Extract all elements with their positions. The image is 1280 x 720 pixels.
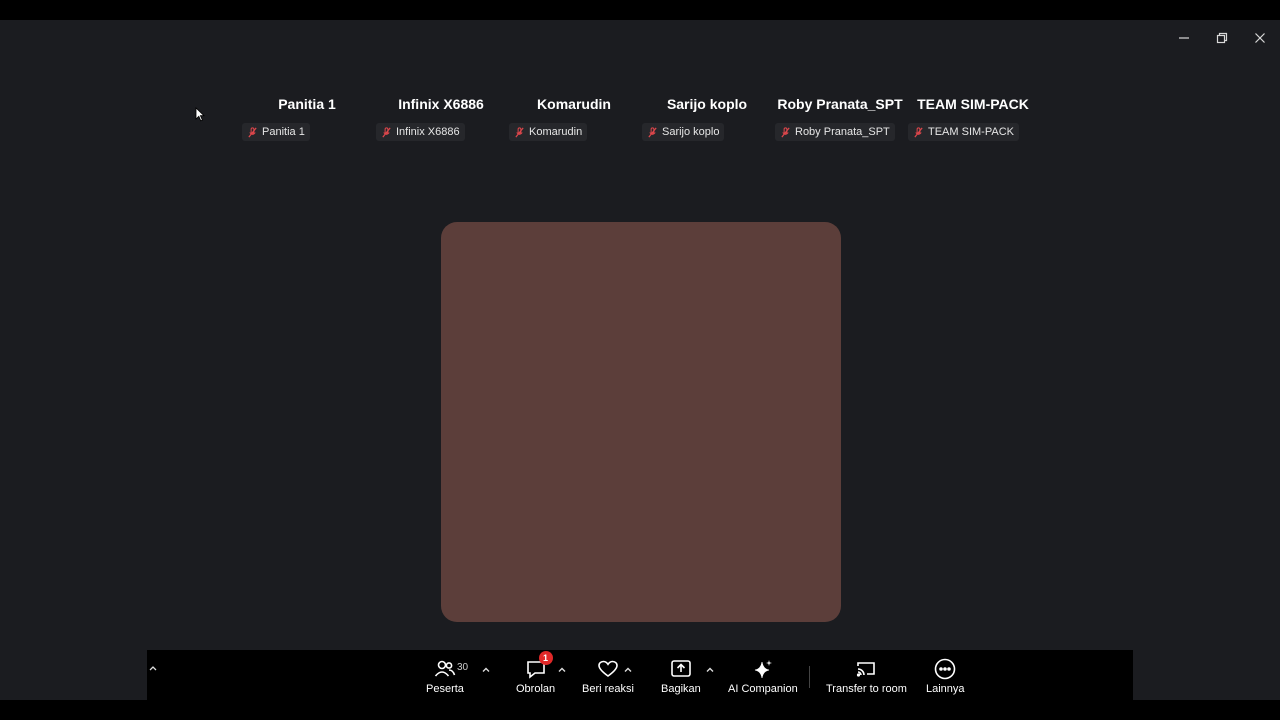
ai-companion-label: AI Companion bbox=[728, 683, 798, 695]
bottom-bar bbox=[0, 700, 1280, 720]
minimize-button[interactable] bbox=[1174, 28, 1194, 48]
toolbar-divider bbox=[809, 666, 810, 688]
participant-name: Sarijo koplo bbox=[666, 96, 748, 112]
participant-name: TEAM SIM-PACK bbox=[917, 96, 1029, 112]
participant-tag: Panitia 1 bbox=[242, 123, 310, 141]
participant-tag: Sarijo koplo bbox=[642, 123, 725, 141]
mic-muted-icon bbox=[515, 126, 524, 137]
mic-muted-icon bbox=[781, 126, 790, 137]
participants-options-caret[interactable] bbox=[481, 662, 491, 672]
share-screen-icon bbox=[671, 660, 691, 677]
mouse-cursor-icon bbox=[195, 107, 205, 122]
participant-name: Roby Pranata_SPT bbox=[777, 96, 903, 112]
more-icon bbox=[934, 658, 956, 680]
chat-options-caret[interactable] bbox=[557, 662, 567, 672]
share-screen-button[interactable]: Bagikan bbox=[661, 658, 701, 695]
participant-tag-label: Infinix X6886 bbox=[396, 126, 460, 138]
toolbar-expand-button[interactable] bbox=[148, 663, 158, 675]
chevron-up-icon bbox=[482, 667, 490, 672]
top-bar bbox=[0, 0, 1280, 20]
participant-tag-label: Panitia 1 bbox=[262, 126, 305, 138]
transfer-to-room-label: Transfer to room bbox=[826, 683, 907, 695]
participants-icon bbox=[434, 660, 456, 677]
restore-icon bbox=[1216, 32, 1228, 44]
participants-count: 30 bbox=[457, 662, 469, 673]
chat-unread-badge: 1 bbox=[538, 651, 553, 665]
participants-label: Peserta bbox=[426, 683, 464, 695]
share-label: Bagikan bbox=[661, 683, 701, 695]
chat-label: Obrolan bbox=[516, 683, 556, 695]
close-icon bbox=[1255, 33, 1265, 43]
participant-tag-label: Roby Pranata_SPT bbox=[795, 126, 890, 138]
participant-tag: Roby Pranata_SPT bbox=[775, 123, 895, 141]
participant-tag: Infinix X6886 bbox=[376, 123, 465, 141]
meeting-toolbar: Peserta 30 1 Obrolan Beri reaksi Bagikan… bbox=[147, 650, 1133, 700]
mic-muted-icon bbox=[382, 126, 391, 137]
participant-tag: TEAM SIM-PACK bbox=[908, 123, 1019, 141]
close-button[interactable] bbox=[1250, 28, 1270, 48]
mic-muted-icon bbox=[648, 126, 657, 137]
participant-tag: Komarudin bbox=[509, 123, 588, 141]
ai-companion-button[interactable]: AI Companion bbox=[728, 658, 798, 695]
participant-tag-label: TEAM SIM-PACK bbox=[928, 126, 1014, 138]
chevron-up-icon bbox=[558, 667, 566, 672]
mic-muted-icon bbox=[248, 126, 257, 137]
reactions-label: Beri reaksi bbox=[582, 683, 634, 695]
chevron-up-icon bbox=[706, 667, 714, 672]
cast-icon bbox=[857, 662, 876, 677]
more-label: Lainnya bbox=[926, 683, 965, 695]
chat-button[interactable]: 1 Obrolan bbox=[516, 651, 556, 695]
participant-name: Infinix X6886 bbox=[398, 96, 484, 112]
reactions-options-caret[interactable] bbox=[623, 662, 633, 672]
chevron-up-icon bbox=[624, 667, 632, 672]
more-button[interactable]: Lainnya bbox=[926, 658, 965, 695]
participant-name: Komarudin bbox=[537, 96, 611, 112]
sparkle-icon bbox=[754, 660, 772, 679]
mic-muted-icon bbox=[914, 126, 923, 137]
chevron-up-icon bbox=[149, 666, 157, 671]
heart-icon bbox=[598, 660, 618, 677]
share-options-caret[interactable] bbox=[705, 662, 715, 672]
active-video-tile[interactable] bbox=[441, 222, 841, 622]
transfer-to-room-button[interactable]: Transfer to room bbox=[826, 658, 907, 695]
participant-name: Panitia 1 bbox=[278, 96, 336, 112]
participant-tag-label: Sarijo koplo bbox=[662, 126, 720, 138]
participant-tag-label: Komarudin bbox=[529, 126, 583, 138]
minimize-icon bbox=[1179, 37, 1189, 39]
restore-button[interactable] bbox=[1212, 28, 1232, 48]
